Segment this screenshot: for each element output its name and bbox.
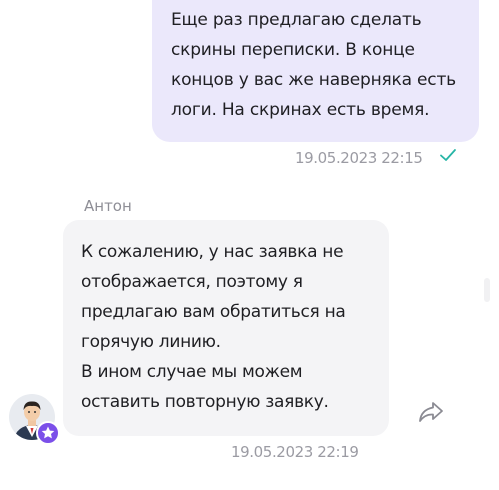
message-text-line: отображается, поэтому я xyxy=(81,272,303,292)
chat-thread: Еще раз предлагаю сделать скрины перепис… xyxy=(0,0,499,490)
incoming-message-bubble: К сожалению, у нас заявка не отображаетс… xyxy=(63,220,389,436)
message-text-line: К сожалению, у нас заявка не xyxy=(81,242,344,262)
message-text-line: Еще раз предлагаю сделать xyxy=(171,10,422,30)
scrollbar-thumb[interactable] xyxy=(484,278,490,302)
operator-avatar xyxy=(9,394,55,440)
outgoing-message-bubble: Еще раз предлагаю сделать скрины перепис… xyxy=(152,0,479,142)
message-text-line: В ином случае мы можем xyxy=(81,362,303,382)
message-text-line: оставить повторную заявку. xyxy=(81,392,329,412)
message-text-line: предлагаю вам обратиться на xyxy=(81,302,346,322)
message-text-line: скрины переписки. В конце xyxy=(171,40,415,60)
incoming-message-timestamp: 19.05.2023 22:19 xyxy=(231,443,359,461)
message-text-line: концов у вас же наверняка есть xyxy=(171,70,456,90)
sender-name: Антон xyxy=(84,197,132,215)
outgoing-message-timestamp: 19.05.2023 22:15 xyxy=(295,149,423,167)
check-icon xyxy=(440,149,456,161)
message-text-line: логи. На скринах есть время. xyxy=(171,100,430,120)
share-icon[interactable] xyxy=(417,399,445,425)
message-text-line: горячую линию. xyxy=(81,332,221,352)
